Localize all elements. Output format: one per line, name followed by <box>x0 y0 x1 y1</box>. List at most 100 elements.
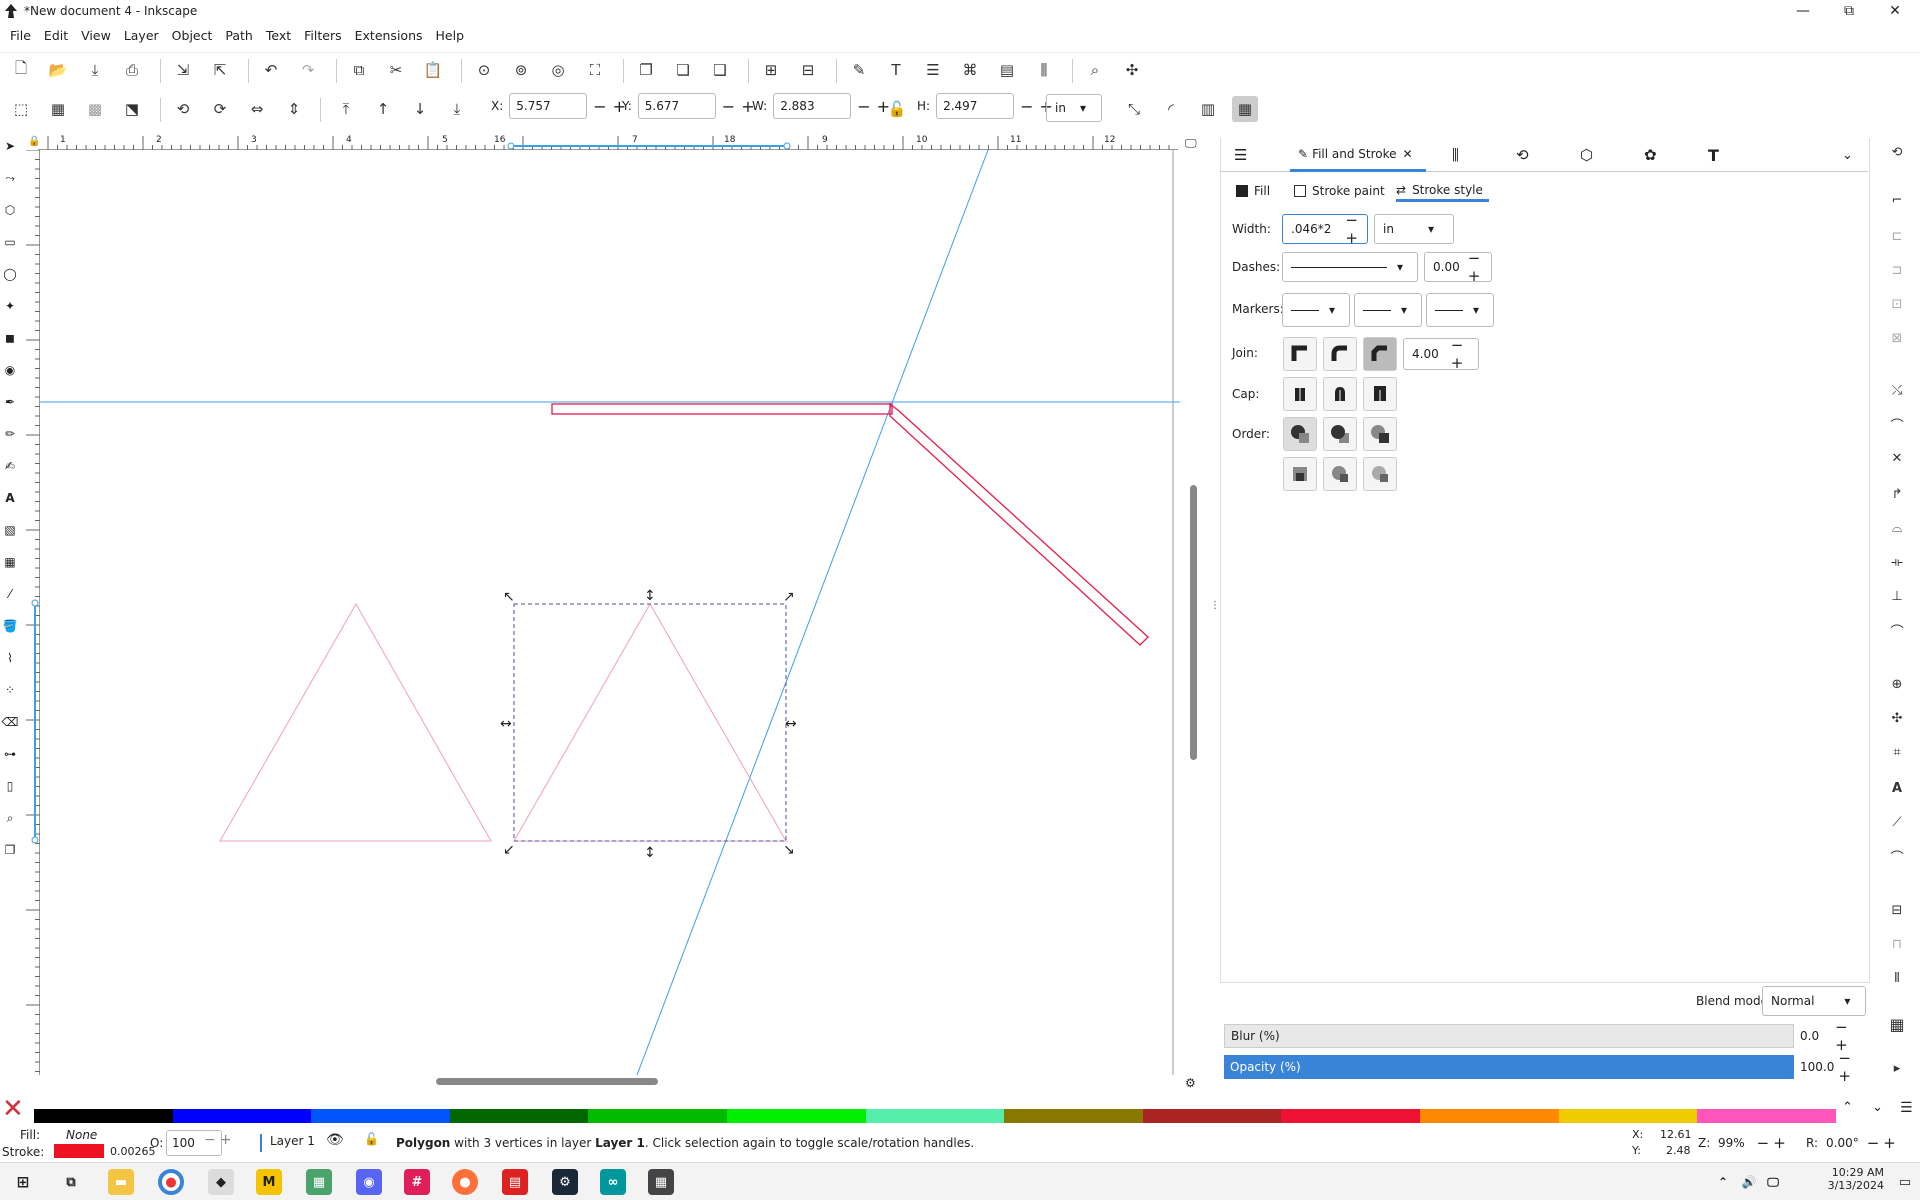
import-icon[interactable]: ⇲ <box>170 57 196 83</box>
move-gradients-icon[interactable]: ▥ <box>1195 96 1221 122</box>
print-icon[interactable]: ⎙ <box>119 57 145 83</box>
notifications-icon[interactable]: ▭ <box>1892 1169 1918 1195</box>
selector-tool-icon[interactable]: ➤ <box>2 138 18 154</box>
order-fill-stroke-markers-icon[interactable] <box>1283 417 1317 451</box>
width-unit-select[interactable]: in ▾ <box>1374 214 1454 244</box>
text-dialog-icon[interactable]: T <box>1708 138 1719 172</box>
square-cap-icon[interactable] <box>1363 377 1397 411</box>
x-input[interactable]: 5.757 <box>509 93 588 119</box>
blend-mode-select[interactable]: Normal ▾ <box>1762 986 1866 1016</box>
select-same-icon[interactable]: ▩ <box>82 96 108 122</box>
palette-swatch[interactable] <box>311 1109 450 1123</box>
palette-menu-icon[interactable]: ☰ <box>1900 1100 1913 1116</box>
close-button[interactable]: ✕ <box>1872 0 1918 22</box>
snap-tangential-icon[interactable]: ⌒ <box>1887 620 1907 640</box>
snap-centers-icon[interactable]: ⊕ <box>1887 674 1907 694</box>
menu-edit[interactable]: Edit <box>44 28 68 43</box>
vertical-scrollbar[interactable] <box>1190 485 1197 760</box>
order-stroke-markers-fill-icon[interactable] <box>1323 457 1357 491</box>
new-document-icon[interactable]: 🗋 <box>8 57 34 83</box>
touch-select-icon[interactable]: ⬔ <box>119 96 145 122</box>
paste-icon[interactable]: 📋 <box>420 57 446 83</box>
drawing-canvas[interactable]: ↖ ↕ ↗ ↔ ↔ ↙ ↕ ↘ <box>40 150 1180 1075</box>
inkscape-taskbar-icon[interactable]: ◆ <box>208 1169 234 1195</box>
red-bar-horizontal[interactable] <box>551 403 893 415</box>
ellipse-tool-icon[interactable]: ◯ <box>2 266 18 282</box>
y-input[interactable]: 5.677 <box>637 93 716 119</box>
pen-tool-icon[interactable]: ✒ <box>2 394 18 410</box>
grid-icon[interactable]: ▦ <box>1887 1014 1907 1034</box>
palette-scroll-down-icon[interactable]: ⌄ <box>1872 1100 1883 1115</box>
horizontal-scrollbar[interactable] <box>436 1078 658 1085</box>
unit-select[interactable]: in ▾ <box>1046 94 1102 122</box>
palette-swatch[interactable] <box>34 1109 173 1123</box>
zoom-drawing-icon[interactable]: ⊚ <box>508 57 534 83</box>
chrome-icon[interactable]: ● <box>158 1169 184 1195</box>
filters-dialog-icon[interactable]: ✿ <box>1644 138 1657 172</box>
group-icon[interactable]: ⊞ <box>758 57 784 83</box>
mesh-tool-icon[interactable]: ▦ <box>2 554 18 570</box>
panel-resize-handle[interactable]: ⋮ <box>1210 600 1220 620</box>
transform-dialog-icon[interactable]: ⟲ <box>1516 138 1529 172</box>
preferences-icon[interactable]: ✣ <box>1119 57 1145 83</box>
text-tool-icon[interactable]: A <box>2 490 18 506</box>
zoom-tool-icon[interactable]: ⌕ <box>2 810 18 826</box>
blur-slider[interactable]: Blur (%) <box>1224 1024 1794 1048</box>
snap-bbox-edges-icon[interactable]: ⊏ <box>1887 226 1907 246</box>
snap-alignment-icon[interactable]: ⊟ <box>1887 900 1907 920</box>
display-mode-icon[interactable]: 🖵 <box>1185 136 1205 152</box>
snap-bbox-centers-icon[interactable]: ⊠ <box>1887 328 1907 348</box>
x-field[interactable]: X: 5.757 −+ <box>491 92 632 120</box>
opacity-status-stepper[interactable]: −+ <box>204 1132 235 1148</box>
order-fill-markers-stroke-icon[interactable] <box>1363 417 1397 451</box>
menu-text[interactable]: Text <box>266 28 291 43</box>
palette-swatch[interactable] <box>1281 1109 1421 1123</box>
snap-rotation-center-icon[interactable]: ✣ <box>1887 708 1907 728</box>
layer-lock-icon[interactable]: 🔓 <box>364 1132 379 1146</box>
dash-offset-input[interactable]: 0.00 −+ <box>1424 249 1492 285</box>
star-tool-icon[interactable]: ✦ <box>2 298 18 314</box>
app-dark-icon[interactable]: ▦ <box>648 1169 674 1195</box>
palette-swatch[interactable] <box>865 1109 1005 1123</box>
slack-icon[interactable]: # <box>404 1169 430 1195</box>
palette-swatch[interactable] <box>1004 1109 1143 1123</box>
stroke-width-value[interactable]: 0.00265 <box>110 1145 156 1158</box>
miter-join-icon[interactable] <box>1283 337 1317 371</box>
subtab-stroke-paint[interactable]: Stroke paint <box>1294 180 1385 202</box>
snap-text-baseline-icon[interactable]: A <box>1887 778 1907 798</box>
miter-limit-input[interactable]: 4.00 −+ <box>1403 336 1479 372</box>
menu-extensions[interactable]: Extensions <box>355 28 423 43</box>
align-dialog-icon[interactable]: ⫼ <box>1452 138 1459 172</box>
subtab-stroke-style[interactable]: ⇄ Stroke style <box>1396 180 1489 202</box>
tweak-tool-icon[interactable]: ⌇ <box>2 650 18 666</box>
copy-icon[interactable]: ⧉ <box>346 57 372 83</box>
palette-swatch[interactable] <box>1420 1109 1559 1123</box>
snap-distribution-icon[interactable]: ⊓ <box>1887 934 1907 954</box>
windows-start-icon[interactable]: ⊞ <box>10 1169 36 1195</box>
w-input[interactable]: 2.883 <box>773 93 852 119</box>
node-tool-icon[interactable]: ⤳ <box>2 170 18 186</box>
snap-intersections-icon[interactable]: ✕ <box>1887 448 1907 468</box>
snap-paths-icon[interactable]: ⌒ <box>1887 414 1907 434</box>
close-tab-icon[interactable]: ✕ <box>1403 147 1413 161</box>
scale-stroke-icon[interactable]: ⤡ <box>1121 96 1147 122</box>
snap-bbox-midpoints-icon[interactable]: ⊡ <box>1887 294 1907 314</box>
snap-nodes-icon[interactable]: ⤯ <box>1887 380 1907 400</box>
snap-grid-icon[interactable]: ⌗ <box>1887 742 1907 762</box>
palette-swatch[interactable] <box>1697 1109 1836 1123</box>
snap-spacing-icon[interactable]: ⫴ <box>1887 968 1907 988</box>
snap-toggle-icon[interactable]: ⟲ <box>1887 142 1907 162</box>
palette-swatch[interactable] <box>1142 1109 1282 1123</box>
redo-icon[interactable]: ↷ <box>295 57 321 83</box>
mail-app-icon[interactable]: M <box>256 1169 282 1195</box>
zoom-selection-icon[interactable]: ⊙ <box>471 57 497 83</box>
display-icon[interactable]: 🖵 <box>1760 1169 1786 1195</box>
rotate-cw-icon[interactable]: ⟳ <box>207 96 233 122</box>
start-marker-select[interactable]: ▾ <box>1282 293 1350 327</box>
drawing-svg[interactable]: ↖ ↕ ↗ ↔ ↔ ↙ ↕ ↘ <box>40 150 1180 1075</box>
palette-swatch[interactable] <box>588 1109 728 1123</box>
export-icon[interactable]: ⇱ <box>207 57 233 83</box>
order-stroke-fill-markers-icon[interactable] <box>1323 417 1357 451</box>
tabs-overflow-icon[interactable]: ⌄ <box>1842 138 1853 172</box>
red-bar-diagonal[interactable] <box>889 402 1149 646</box>
